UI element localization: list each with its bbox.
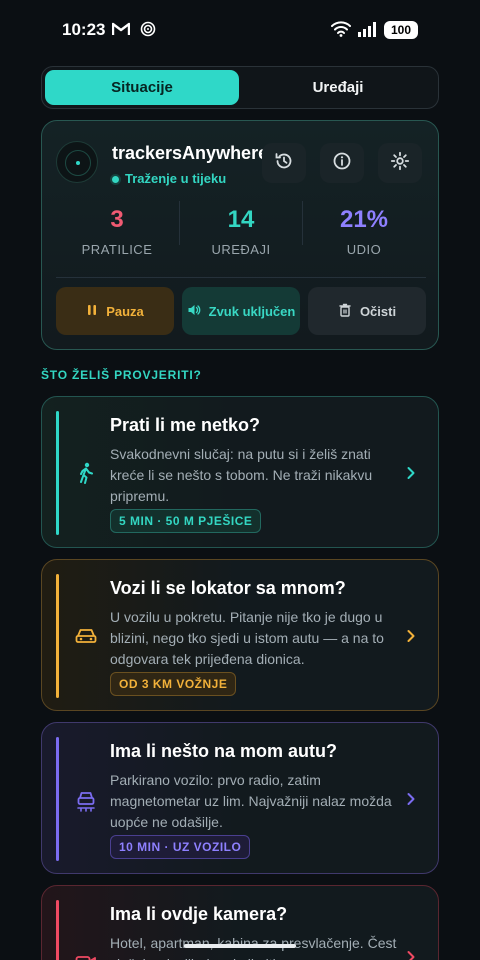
tab-uredaji[interactable]: Uređaji xyxy=(241,70,435,105)
stat-trackers: 3 PRATILICE xyxy=(57,206,177,257)
signal-icon xyxy=(357,21,379,42)
accent-bar xyxy=(56,574,59,698)
info-icon xyxy=(332,151,352,176)
view-switcher: Situacije Uređaji xyxy=(41,66,439,109)
scenario-description: Svakodnevni slučaj: na putu si i želiš z… xyxy=(110,446,373,504)
wifi-icon xyxy=(331,21,351,42)
pause-button[interactable]: Pauza xyxy=(56,287,174,335)
walking-person-icon xyxy=(74,461,98,485)
stat-trackers-value: 3 xyxy=(110,206,124,233)
scenario-description: U vozilu u pokretu. Pitanje nije tko je … xyxy=(110,609,384,667)
scan-status-text: Traženje u tijeku xyxy=(125,171,227,186)
home-indicator[interactable] xyxy=(184,944,296,948)
car-icon xyxy=(74,624,98,648)
camera-icon xyxy=(74,950,98,960)
scenario-title: Prati li me netko? xyxy=(110,415,261,435)
scenario-card-in-car[interactable]: Vozi li se lokator sa mnom? U vozilu u p… xyxy=(41,559,439,711)
chevron-right-icon xyxy=(406,466,416,480)
gear-icon xyxy=(390,151,410,176)
scenario-description: Parkirano vozilo: prvo radio, zatim magn… xyxy=(110,772,392,830)
stat-devices-value: 14 xyxy=(227,206,255,233)
chevron-right-icon xyxy=(406,629,416,643)
divider xyxy=(302,201,303,245)
divider xyxy=(56,277,426,278)
stat-share-value: 21% xyxy=(339,206,389,233)
stat-share-label: UDIO xyxy=(346,242,382,257)
scan-stats: 3 PRATILICE 14 UREĐAJI 21% UDIO xyxy=(42,206,440,266)
scenario-title: Vozi li se lokator sa mnom? xyxy=(110,578,346,598)
section-title: ŠTO ŽELIŠ PROVJERITI? xyxy=(41,368,202,382)
sound-label: Zvuk uključen xyxy=(208,303,296,319)
app-notification-icon xyxy=(140,21,156,42)
scenario-title: Ima li ovdje kamera? xyxy=(110,904,288,924)
stat-trackers-label: PRATILICE xyxy=(81,242,153,257)
accent-bar xyxy=(56,900,59,960)
info-button[interactable] xyxy=(320,143,364,183)
parked-car-icon xyxy=(74,789,98,813)
radar-icon xyxy=(56,141,98,183)
accent-bar xyxy=(56,737,59,861)
pause-label: Pauza xyxy=(106,303,144,319)
scenario-card-followed[interactable]: Prati li me netko? Svakodnevni slučaj: n… xyxy=(41,396,439,548)
status-dot-icon xyxy=(112,176,119,184)
app-name: trackersAnywhere xyxy=(112,143,269,163)
clear-icon xyxy=(338,303,352,320)
stat-devices-label: UREĐAJI xyxy=(211,242,271,257)
gmail-icon xyxy=(111,21,131,42)
history-icon xyxy=(274,151,294,176)
scenario-card-on-car[interactable]: Ima li nešto na mom autu? Parkirano vozi… xyxy=(41,722,439,874)
clock: 10:23 xyxy=(62,20,106,39)
stat-share: 21% UDIO xyxy=(304,206,424,257)
scan-card: trackersAnywhere Traženje u tijeku 3 PRA… xyxy=(41,120,439,350)
pause-icon xyxy=(86,304,98,319)
speaker-icon xyxy=(187,303,201,320)
stat-devices: 14 UREĐAJI xyxy=(181,206,301,257)
sound-toggle-button[interactable]: Zvuk uključen xyxy=(182,287,300,335)
scenario-tag: OD 3 KM VOŽNJE xyxy=(110,672,237,696)
chevron-right-icon xyxy=(406,792,416,806)
history-button[interactable] xyxy=(262,143,306,183)
tab-situacije[interactable]: Situacije xyxy=(45,70,239,105)
clear-label: Očisti xyxy=(359,303,397,319)
status-bar: 10:23 100 xyxy=(0,0,480,60)
settings-button[interactable] xyxy=(378,143,422,183)
scenario-title: Ima li nešto na mom autu? xyxy=(110,741,338,761)
scenario-card-camera[interactable]: Ima li ovdje kamera? Hotel, apartman, ka… xyxy=(41,885,439,960)
scenario-tag: 5 MIN · 50 M PJEŠICE xyxy=(110,509,262,533)
accent-bar xyxy=(56,411,59,535)
scan-status: Traženje u tijeku xyxy=(112,171,226,186)
divider xyxy=(179,201,180,245)
clear-button[interactable]: Očisti xyxy=(308,287,426,335)
battery-indicator: 100 xyxy=(384,21,418,39)
chevron-right-icon xyxy=(406,950,416,960)
scenario-tag: 10 MIN · UZ VOZILO xyxy=(110,835,251,859)
